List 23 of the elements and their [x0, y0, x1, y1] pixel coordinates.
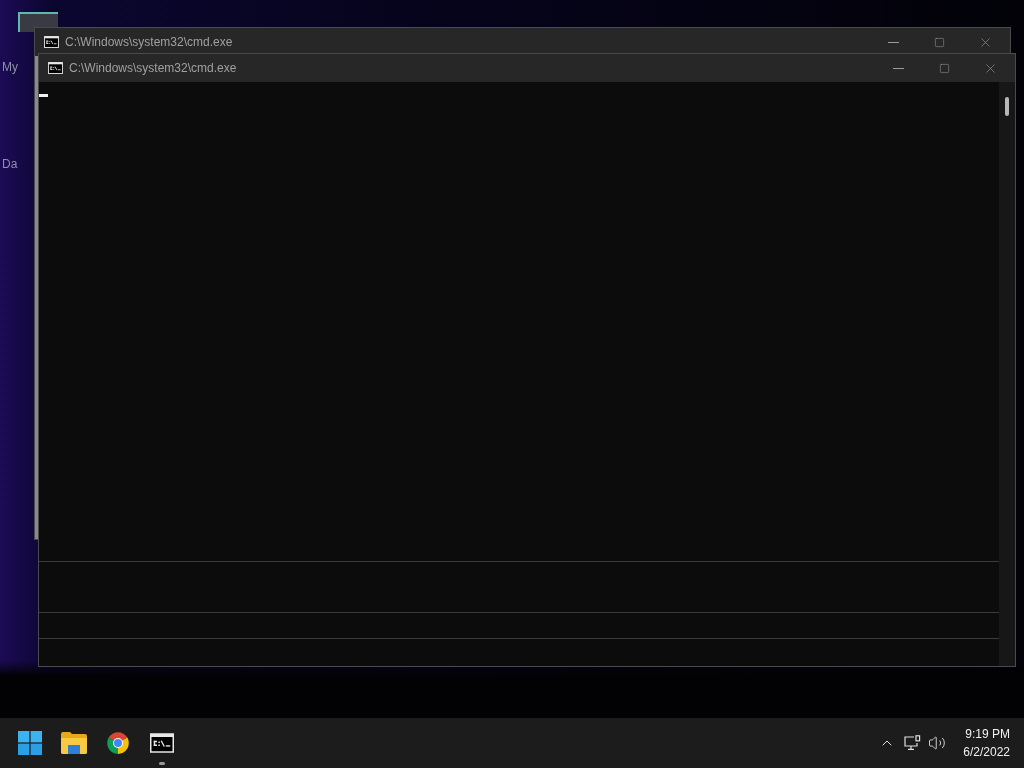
- browser-icon: [106, 731, 130, 755]
- desktop-icon-label[interactable]: Da: [2, 155, 18, 173]
- desktop-icon-label[interactable]: My: [2, 58, 18, 76]
- running-indicator-icon: [159, 762, 165, 765]
- clock-time: 9:19 PM: [965, 726, 1010, 743]
- clock-date: 6/2/2022: [963, 744, 1010, 761]
- minimize-icon: [892, 67, 904, 69]
- scrollbar[interactable]: [999, 82, 1015, 666]
- network-icon: [903, 735, 921, 751]
- windows-logo-icon: [18, 731, 42, 755]
- speaker-icon: [928, 734, 947, 752]
- console-icon: [44, 36, 59, 48]
- console-icon: [48, 62, 63, 74]
- maximize-icon: [938, 62, 950, 74]
- text-cursor: [39, 94, 48, 97]
- scroll-thumb[interactable]: [1005, 97, 1009, 116]
- window-title: C:\Windows\system32\cmd.exe: [65, 34, 233, 51]
- clock-button[interactable]: 9:19 PM 6/2/2022: [963, 725, 1010, 761]
- window-title: C:\Windows\system32\cmd.exe: [69, 60, 237, 77]
- maximize-icon: [933, 36, 945, 48]
- minimize-icon: [887, 41, 899, 43]
- folder-icon: [61, 732, 87, 754]
- console-icon: [150, 733, 174, 753]
